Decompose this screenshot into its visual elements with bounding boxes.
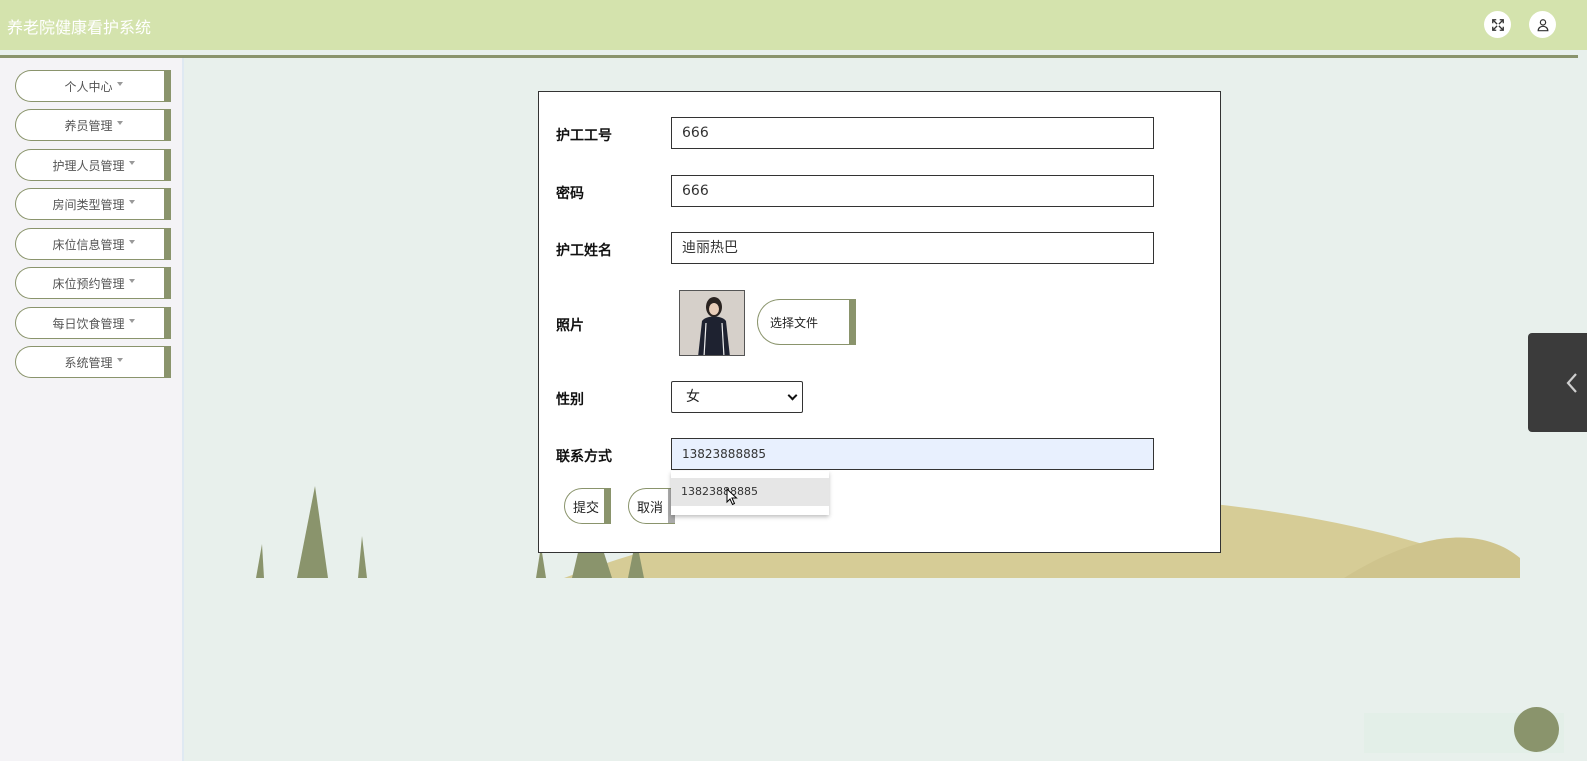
- sidebar-item-room-type-management[interactable]: 房间类型管理: [15, 188, 171, 220]
- caret-down-icon: [128, 319, 135, 323]
- sidebar-item-label: 每日饮食管理: [52, 316, 125, 331]
- caret-down-icon: [128, 279, 135, 283]
- caret-down-icon: [128, 240, 135, 244]
- cancel-button[interactable]: 取消: [628, 488, 675, 524]
- sidebar-item-caregiver-management[interactable]: 护理人员管理: [15, 149, 171, 181]
- sidebar-item-label: 床位预约管理: [52, 276, 125, 291]
- caret-down-icon: [128, 161, 135, 165]
- autofill-dropdown: 13823888885: [671, 471, 829, 515]
- caret-down-icon: [116, 82, 123, 86]
- name-input[interactable]: 迪丽热巴: [671, 232, 1154, 264]
- sidebar-item-label: 养员管理: [64, 118, 113, 133]
- sidebar: 个人中心 养员管理 护理人员管理 房间类型管理 床位信息管理 床位预约管理 每日…: [0, 58, 184, 761]
- caret-down-icon: [116, 121, 123, 125]
- gender-selected-value: 女: [686, 389, 700, 405]
- sidebar-item-personal-center[interactable]: 个人中心: [15, 70, 171, 102]
- expand-icon: [1491, 18, 1504, 31]
- phone-label: 联系方式: [556, 449, 612, 465]
- sidebar-item-label: 床位信息管理: [52, 237, 125, 252]
- photo-label: 照片: [556, 318, 584, 334]
- sidebar-item-bed-reservation-management[interactable]: 床位预约管理: [15, 267, 171, 299]
- submit-button[interactable]: 提交: [564, 488, 611, 524]
- mouse-cursor-icon: [726, 488, 738, 506]
- password-input[interactable]: 666: [671, 175, 1154, 207]
- worker-id-label: 护工工号: [556, 128, 612, 144]
- app-title: 养老院健康看护系统: [7, 18, 152, 37]
- chevron-down-icon: [787, 390, 798, 401]
- sidebar-item-system-management[interactable]: 系统管理: [15, 346, 171, 378]
- caret-down-icon: [128, 200, 135, 204]
- phone-input[interactable]: 13823888885: [671, 438, 1154, 470]
- sidebar-item-resident-management[interactable]: 养员管理: [15, 109, 171, 141]
- sidebar-item-label: 个人中心: [64, 79, 113, 94]
- portrait-image: [680, 291, 744, 355]
- sidebar-item-daily-diet-management[interactable]: 每日饮食管理: [15, 307, 171, 339]
- worker-id-input[interactable]: 666: [671, 117, 1154, 149]
- floating-action-button[interactable]: [1514, 707, 1559, 752]
- sidebar-item-bed-info-management[interactable]: 床位信息管理: [15, 228, 171, 260]
- user-icon: [1537, 18, 1548, 31]
- collapse-panel-tab[interactable]: [1528, 333, 1587, 432]
- sidebar-item-label: 系统管理: [64, 355, 113, 370]
- gender-label: 性别: [556, 392, 584, 408]
- fullscreen-button[interactable]: [1484, 11, 1511, 38]
- password-label: 密码: [556, 186, 584, 202]
- name-label: 护工姓名: [556, 243, 612, 259]
- sidebar-item-label: 护理人员管理: [52, 158, 125, 173]
- caregiver-edit-form: 护工工号 666 密码 666 护工姓名 迪丽热巴 照片 选择文件 性别 女 联…: [538, 91, 1221, 553]
- top-header: 养老院健康看护系统: [0, 0, 1587, 50]
- user-menu-button[interactable]: [1529, 11, 1556, 38]
- sidebar-item-label: 房间类型管理: [52, 197, 125, 212]
- choose-file-button[interactable]: 选择文件: [757, 299, 856, 345]
- autofill-option[interactable]: 13823888885: [671, 478, 829, 506]
- caret-down-icon: [116, 358, 123, 362]
- gender-select[interactable]: 女: [671, 381, 803, 413]
- photo-thumbnail[interactable]: [679, 290, 745, 356]
- chevron-left-icon: [1566, 372, 1577, 393]
